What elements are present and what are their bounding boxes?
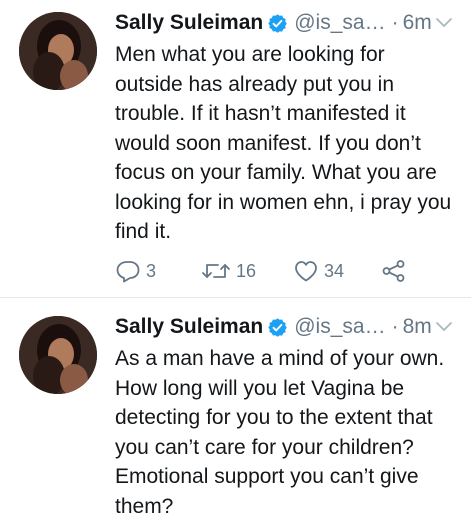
display-name[interactable]: Sally Suleiman	[115, 11, 263, 35]
tweet[interactable]: Sally Suleiman @is_sa… · 8m As a man hav…	[0, 298, 471, 520]
timestamp[interactable]: 8m	[403, 315, 432, 339]
reply-count: 3	[146, 260, 157, 281]
timestamp[interactable]: 6m	[403, 11, 432, 35]
chevron-down-icon[interactable]	[435, 321, 453, 333]
separator-dot: ·	[391, 11, 399, 34]
share-button[interactable]	[381, 259, 407, 283]
retweet-count: 16	[236, 260, 257, 281]
retweet-button[interactable]: 16	[201, 259, 293, 283]
tweet[interactable]: Sally Suleiman @is_sa… · 6m Men what you…	[0, 0, 471, 297]
like-count: 34	[324, 260, 345, 281]
handle[interactable]: @is_sa…	[294, 11, 385, 35]
chevron-down-icon[interactable]	[435, 17, 453, 29]
display-name[interactable]: Sally Suleiman	[115, 315, 263, 339]
like-icon	[295, 261, 317, 282]
reply-icon	[116, 261, 140, 283]
tweet-text: As a man have a mind of your own. How lo…	[115, 347, 445, 518]
avatar[interactable]	[19, 316, 97, 394]
action-bar: 3 16 34	[115, 257, 407, 285]
verified-badge-icon	[268, 317, 288, 337]
like-button[interactable]: 34	[293, 259, 381, 283]
tweet-text: Men what you are looking for outside has…	[115, 43, 452, 243]
avatar[interactable]	[19, 12, 97, 90]
share-icon	[382, 260, 405, 282]
handle[interactable]: @is_sa…	[294, 315, 385, 339]
verified-badge-icon	[268, 13, 288, 33]
separator-dot: ·	[391, 315, 399, 338]
retweet-icon	[202, 264, 230, 278]
reply-button[interactable]: 3	[115, 259, 201, 283]
